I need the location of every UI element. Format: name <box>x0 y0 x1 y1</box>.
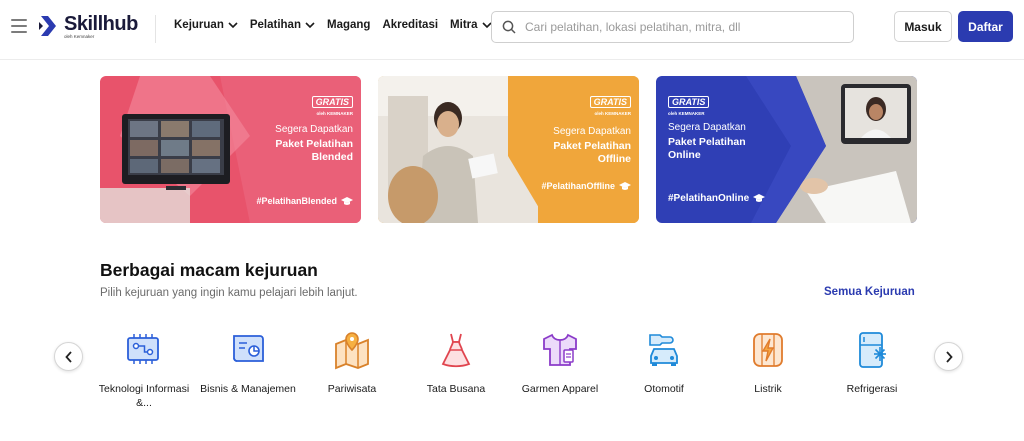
top-header: Skillhub oleh Kemnaker Kejuruan Pelatiha… <box>0 0 1024 60</box>
nav-magang[interactable]: Magang <box>327 19 370 31</box>
banner-online-text: Segera Dapatkan Paket Pelatihan Online <box>668 122 746 161</box>
nav-akreditasi[interactable]: Akreditasi <box>382 19 438 31</box>
nav-kejuruan[interactable]: Kejuruan <box>174 19 238 31</box>
main-nav: Kejuruan Pelatihan Magang Akreditasi Mit… <box>174 19 504 31</box>
chevron-down-icon <box>228 21 238 28</box>
shirt-icon <box>543 333 577 366</box>
nav-magang-label: Magang <box>326 19 371 31</box>
dress-icon <box>441 333 471 368</box>
banner-blended-hashtag: #PelatihanBlended <box>256 196 353 206</box>
carousel-next-button[interactable] <box>934 342 963 371</box>
search-icon <box>502 20 516 34</box>
refrigerator-icon <box>859 332 886 368</box>
skillhub-logo-mark-icon <box>39 16 56 36</box>
car-icon <box>649 334 678 366</box>
search-bar[interactable] <box>491 11 854 43</box>
graduation-cap-icon <box>341 196 353 205</box>
section-subtitle: Pilih kejuruan yang ingin kamu pelajari … <box>100 287 358 299</box>
category-tata-busana[interactable]: Tata Busana <box>408 330 504 396</box>
category-teknologi-informasi[interactable]: Teknologi Informasi &... <box>96 330 192 410</box>
chevron-right-icon <box>945 350 953 363</box>
login-button[interactable]: Masuk <box>894 11 952 42</box>
nav-pelatihan[interactable]: Pelatihan <box>250 19 315 31</box>
see-all-kejuruan-link[interactable]: Semua Kejuruan <box>824 286 915 298</box>
category-bisnis-manajemen[interactable]: Bisnis & Manajemen <box>200 330 296 396</box>
nav-mitra-label: Mitra <box>450 19 478 31</box>
nav-akreditasi-label: Akreditasi <box>382 19 439 31</box>
gratis-badge: GRATIS oleh KEMNAKER <box>668 92 710 116</box>
section-title: Berbagai macam kejuruan <box>100 260 318 280</box>
category-garmen-apparel[interactable]: Garmen Apparel <box>512 330 608 396</box>
banner-offline-text: Segera Dapatkan Paket Pelatihan Offline <box>553 126 631 165</box>
chevron-left-icon <box>64 350 72 363</box>
search-input[interactable] <box>525 20 845 34</box>
banner-pelatihan-offline[interactable]: GRATIS oleh KEMNAKER Segera Dapatkan Pak… <box>378 76 639 223</box>
chevron-down-icon <box>305 21 315 28</box>
gratis-badge: GRATIS oleh KEMNAKER <box>311 92 353 116</box>
category-refrigerasi[interactable]: Refrigerasi <box>824 330 920 396</box>
banner-pelatihan-online[interactable]: GRATIS oleh KEMNAKER Segera Dapatkan Pak… <box>656 76 917 223</box>
banner-offline-hashtag: #PelatihanOffline <box>541 181 631 191</box>
graduation-cap-icon <box>753 194 766 202</box>
hamburger-menu-icon[interactable] <box>11 19 27 33</box>
map-pin-icon <box>335 332 369 370</box>
banner-pelatihan-blended[interactable]: GRATIS oleh KEMNAKER Segera Dapatkan Pak… <box>100 76 361 223</box>
carousel-prev-button[interactable] <box>54 342 83 371</box>
nav-mitra[interactable]: Mitra <box>450 19 492 31</box>
nav-pelatihan-label: Pelatihan <box>249 19 301 31</box>
lightning-icon <box>753 333 783 367</box>
graduation-cap-icon <box>619 181 631 190</box>
gratis-badge: GRATIS oleh KEMNAKER <box>589 92 631 116</box>
banner-blended-text: Segera Dapatkan Paket Pelatihan Blended <box>275 124 353 163</box>
business-icon <box>233 335 264 362</box>
logo-wordmark: Skillhub <box>64 13 138 35</box>
register-button[interactable]: Daftar <box>958 11 1013 42</box>
technology-icon <box>127 334 159 364</box>
category-listrik[interactable]: Listrik <box>720 330 816 396</box>
nav-kejuruan-label: Kejuruan <box>174 19 224 31</box>
category-otomotif[interactable]: Otomotif <box>616 330 712 396</box>
skillhub-logo[interactable]: Skillhub oleh Kemnaker <box>39 13 138 39</box>
header-divider <box>155 15 156 43</box>
banner-online-hashtag: #PelatihanOnline <box>668 193 766 204</box>
category-pariwisata[interactable]: Pariwisata <box>304 330 400 396</box>
